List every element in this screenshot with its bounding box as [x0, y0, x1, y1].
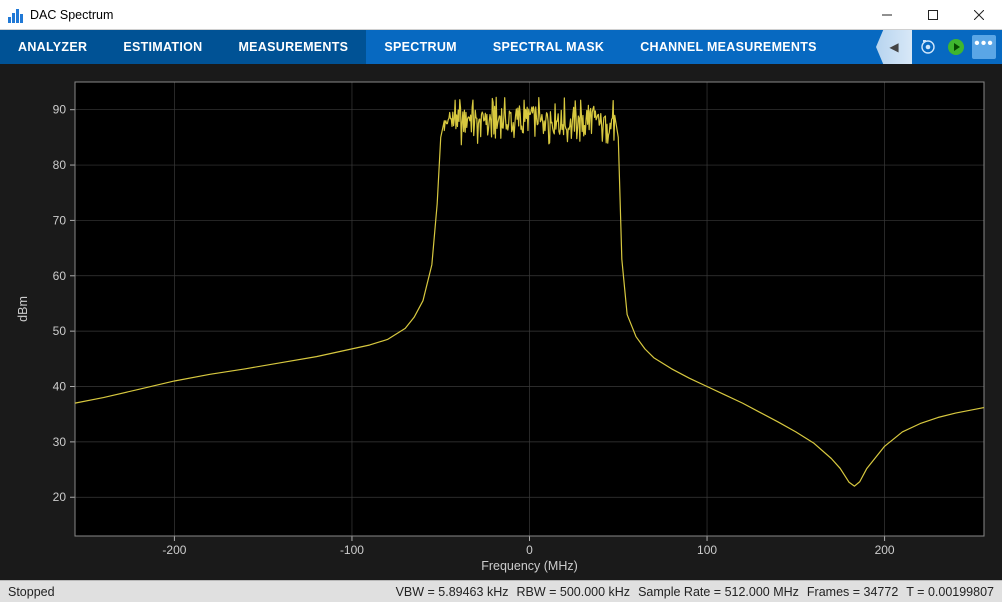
svg-text:100: 100 [697, 543, 717, 557]
svg-text:90: 90 [53, 103, 67, 117]
svg-text:30: 30 [53, 435, 67, 449]
svg-text:Frequency (MHz): Frequency (MHz) [481, 559, 578, 573]
svg-text:20: 20 [53, 490, 67, 504]
status-state: Stopped [8, 585, 55, 599]
back-arrow-icon: ◀ [889, 40, 898, 54]
titlebar: DAC Spectrum [0, 0, 1002, 30]
app-icon [8, 7, 24, 23]
tab-bar: ANALYZER ESTIMATION MEASUREMENTS SPECTRU… [0, 30, 1002, 64]
camera-button[interactable] [916, 35, 940, 59]
window-title: DAC Spectrum [30, 8, 113, 22]
svg-text:200: 200 [875, 543, 895, 557]
tab-channel-measurements[interactable]: CHANNEL MEASUREMENTS [622, 30, 835, 64]
tab-spectral-mask[interactable]: SPECTRAL MASK [475, 30, 622, 64]
tab-spectrum[interactable]: SPECTRUM [366, 30, 475, 64]
svg-text:40: 40 [53, 380, 67, 394]
tab-analyzer[interactable]: ANALYZER [0, 30, 105, 64]
svg-text:0: 0 [526, 543, 533, 557]
svg-text:-200: -200 [162, 543, 186, 557]
status-vbw: VBW = 5.89463 kHz [396, 585, 509, 599]
plot-area[interactable]: -200 -100 0 100 200 20 30 40 50 60 70 80 90 Frequency… [0, 64, 1002, 580]
tab-estimation[interactable]: ESTIMATION [105, 30, 220, 64]
play-button[interactable] [944, 35, 968, 59]
svg-text:60: 60 [53, 269, 67, 283]
more-button[interactable]: ••• [972, 35, 996, 59]
maximize-button[interactable] [910, 0, 956, 30]
status-rbw: RBW = 500.000 kHz [516, 585, 630, 599]
status-rate: Sample Rate = 512.000 MHz [638, 585, 799, 599]
svg-text:dBm: dBm [16, 296, 30, 322]
status-bar: Stopped VBW = 5.89463 kHz RBW = 500.000 … [0, 580, 1002, 602]
status-frames: Frames = 34772 [807, 585, 898, 599]
status-time: T = 0.00199807 [906, 585, 994, 599]
svg-text:50: 50 [53, 324, 67, 338]
svg-text:70: 70 [53, 213, 67, 227]
tab-measurements[interactable]: MEASUREMENTS [220, 30, 366, 64]
svg-text:-100: -100 [340, 543, 364, 557]
back-arrow-button[interactable]: ◀ [876, 30, 912, 64]
minimize-button[interactable] [864, 0, 910, 30]
close-button[interactable] [956, 0, 1002, 30]
svg-text:80: 80 [53, 158, 67, 172]
